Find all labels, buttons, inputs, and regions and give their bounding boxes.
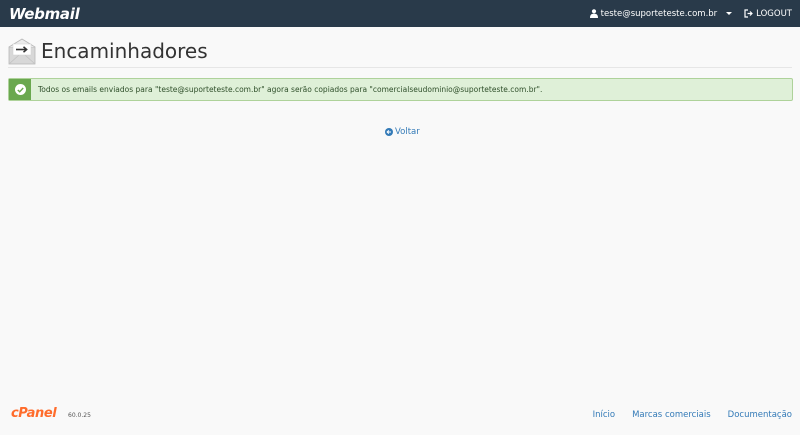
topbar-right: teste@suporteteste.com.br LOGOUT <box>589 0 792 27</box>
page-header: Encaminhadores <box>8 35 792 68</box>
webmail-logo[interactable]: Webmail <box>9 5 80 23</box>
check-circle-icon <box>14 84 26 95</box>
arrow-left-circle-icon <box>385 128 393 136</box>
success-alert: Todos os emails enviados para "teste@sup… <box>8 78 793 101</box>
back-label: Voltar <box>395 127 420 137</box>
user-email: teste@suporteteste.com.br <box>600 8 718 19</box>
user-icon <box>589 9 598 18</box>
user-menu[interactable]: teste@suporteteste.com.br <box>589 8 733 19</box>
version-label: 60.0.25 <box>68 412 91 419</box>
cpanel-logo: cPanel <box>11 406 57 421</box>
sign-out-icon <box>744 9 754 18</box>
footer-link-home[interactable]: Início <box>593 410 616 420</box>
alert-icon-box <box>9 79 31 100</box>
logout-label: LOGOUT <box>756 8 792 19</box>
top-navbar: Webmail teste@suporteteste.com.br LOGOUT <box>0 0 800 27</box>
forwarder-envelope-icon <box>8 38 36 64</box>
footer-link-trademarks[interactable]: Marcas comerciais <box>632 410 711 420</box>
alert-message: Todos os emails enviados para "teste@sup… <box>38 85 543 94</box>
page-title: Encaminhadores <box>41 39 208 63</box>
chevron-down-icon <box>726 12 733 15</box>
logout-button[interactable]: LOGOUT <box>744 9 792 19</box>
back-link[interactable]: Voltar <box>385 127 420 137</box>
footer-links: Início Marcas comerciais Documentação <box>576 410 792 420</box>
footer-link-documentation[interactable]: Documentação <box>728 410 792 420</box>
